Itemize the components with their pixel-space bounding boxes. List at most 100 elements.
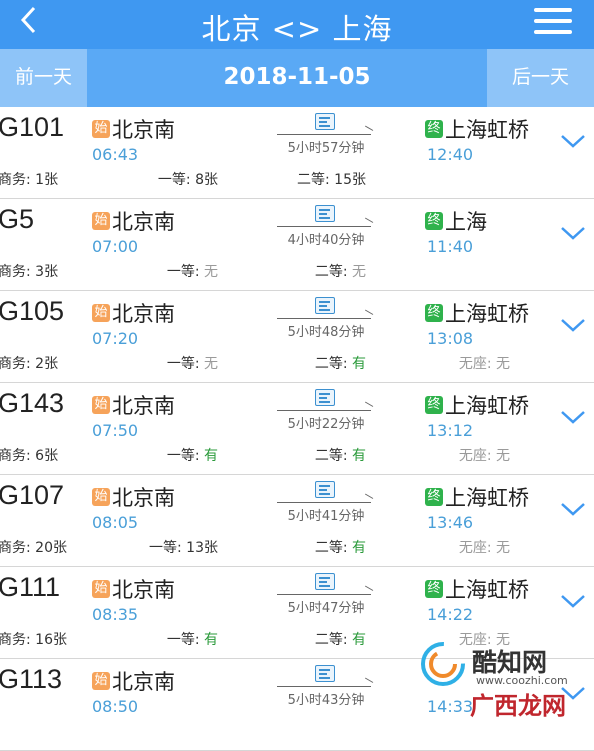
chevron-down-icon[interactable] xyxy=(560,317,586,333)
departure-station-name: 北京南 xyxy=(112,670,175,694)
departure-time: 08:50 xyxy=(92,697,139,716)
end-station-badge: 终 xyxy=(425,580,443,598)
second-class-seat: 二等: 无 xyxy=(276,261,366,281)
train-number: G143 xyxy=(0,388,65,418)
timetable-icon[interactable] xyxy=(315,481,335,498)
start-station-badge: 始 xyxy=(92,212,110,230)
train-row[interactable]: G107 始 北京南 08:05 5小时41分钟 终 上海虹桥 13:46 商务… xyxy=(0,475,594,567)
second-class-value: 有 xyxy=(352,356,366,372)
next-day-button[interactable]: 后一天 xyxy=(487,49,594,107)
route-arrow xyxy=(277,502,371,503)
first-class-value: 有 xyxy=(204,448,218,464)
second-class-label: 二等: xyxy=(314,540,352,556)
start-station-badge: 始 xyxy=(92,672,110,690)
departure-time: 06:43 xyxy=(92,145,139,164)
second-class-value: 有 xyxy=(352,448,366,464)
business-seat: 商务: 16张 xyxy=(0,632,67,648)
duration-indicator: 4小时40分钟 xyxy=(277,205,375,255)
start-station-badge: 始 xyxy=(92,580,110,598)
second-class-value: 有 xyxy=(352,632,366,648)
arrival-station: 终 上海虹桥 xyxy=(425,482,529,512)
arrival-time: 13:12 xyxy=(427,421,474,440)
departure-station-name: 北京南 xyxy=(112,578,175,602)
timetable-icon[interactable] xyxy=(315,113,335,130)
train-row[interactable]: G101 始 北京南 06:43 5小时57分钟 终 上海虹桥 12:40 商务… xyxy=(0,107,594,199)
travel-duration: 5小时48分钟 xyxy=(287,325,365,340)
second-class-label: 二等: xyxy=(314,264,352,280)
duration-indicator: 5小时22分钟 xyxy=(277,389,375,439)
no-seat: 无座: 无 xyxy=(458,356,510,372)
arrival-station-name: 上海虹桥 xyxy=(445,302,529,326)
second-class-seat: 二等: 15张 xyxy=(276,169,366,189)
duration-indicator: 5小时43分钟 xyxy=(277,665,375,715)
chevron-down-icon[interactable] xyxy=(560,225,586,241)
route-arrow xyxy=(277,686,371,687)
departure-station: 始 北京南 xyxy=(92,206,175,236)
arrival-time: 11:40 xyxy=(427,237,474,256)
first-class-seat: 一等: 有 xyxy=(128,445,218,465)
chevron-down-icon[interactable] xyxy=(560,501,586,517)
arrival-station-name: 上海虹桥 xyxy=(445,118,529,142)
route-arrow xyxy=(277,594,371,595)
first-class-seat: 一等: 13张 xyxy=(128,537,218,557)
business-seat: 商务: 6张 xyxy=(0,448,59,464)
start-station-badge: 始 xyxy=(92,304,110,322)
arrival-time: 12:40 xyxy=(427,145,474,164)
second-class-seat: 二等: 有 xyxy=(276,537,366,557)
second-class-label: 二等: xyxy=(314,356,352,372)
departure-time: 07:00 xyxy=(92,237,139,256)
second-class-value: 有 xyxy=(352,540,366,556)
departure-station: 始 北京南 xyxy=(92,482,175,512)
first-class-label: 一等: xyxy=(166,356,204,372)
business-seat: 商务: 3张 xyxy=(0,264,59,280)
timetable-icon[interactable] xyxy=(315,573,335,590)
date-navigation: 前一天 2018-11-05 后一天 xyxy=(0,49,594,107)
menu-icon[interactable] xyxy=(534,6,572,36)
route-arrow xyxy=(277,410,371,411)
travel-duration: 5小时47分钟 xyxy=(287,601,365,616)
chevron-down-icon[interactable] xyxy=(560,593,586,609)
second-class-label: 二等: xyxy=(297,172,335,188)
arrival-station-name: 上海虹桥 xyxy=(445,578,529,602)
arrival-time: 13:46 xyxy=(427,513,474,532)
train-number: G101 xyxy=(0,112,65,142)
arrival-station-name: 上海虹桥 xyxy=(445,486,529,510)
second-class-label: 二等: xyxy=(314,448,352,464)
timetable-icon[interactable] xyxy=(315,389,335,406)
first-class-value: 有 xyxy=(204,632,218,648)
chevron-down-icon[interactable] xyxy=(560,409,586,425)
end-station-badge: 终 xyxy=(425,212,443,230)
departure-station: 始 北京南 xyxy=(92,574,175,604)
departure-station: 始 北京南 xyxy=(92,114,175,144)
train-number: G105 xyxy=(0,296,65,326)
timetable-icon[interactable] xyxy=(315,205,335,222)
watermark: 酷知网 www.coozhi.com 广西龙网 xyxy=(410,635,592,720)
travel-duration: 4小时40分钟 xyxy=(287,233,365,248)
page-title: 北京 <> 上海 xyxy=(201,12,393,46)
timetable-icon[interactable] xyxy=(315,665,335,682)
first-class-value: 无 xyxy=(204,264,218,280)
train-row[interactable]: G5 始 北京南 07:00 4小时40分钟 终 上海 11:40 商务: 3张… xyxy=(0,199,594,291)
arrival-station: 终 上海 xyxy=(425,206,487,236)
arrival-time: 13:08 xyxy=(427,329,474,348)
duration-indicator: 5小时48分钟 xyxy=(277,297,375,347)
train-number: G107 xyxy=(0,480,65,510)
departure-time: 08:35 xyxy=(92,605,139,624)
duration-indicator: 5小时47分钟 xyxy=(277,573,375,623)
first-class-seat: 一等: 8张 xyxy=(128,169,218,189)
second-class-seat: 二等: 有 xyxy=(276,445,366,465)
departure-station-name: 北京南 xyxy=(112,394,175,418)
chevron-down-icon[interactable] xyxy=(560,133,586,149)
end-station-badge: 终 xyxy=(425,488,443,506)
departure-station: 始 北京南 xyxy=(92,666,175,696)
route-arrow xyxy=(277,226,371,227)
travel-duration: 5小时22分钟 xyxy=(287,417,365,432)
first-class-seat: 一等: 无 xyxy=(128,261,218,281)
no-seat: 无座: 无 xyxy=(458,540,510,556)
train-row[interactable]: G105 始 北京南 07:20 5小时48分钟 终 上海虹桥 13:08 商务… xyxy=(0,291,594,383)
train-row[interactable]: G143 始 北京南 07:50 5小时22分钟 终 上海虹桥 13:12 商务… xyxy=(0,383,594,475)
business-seat: 商务: 20张 xyxy=(0,540,67,556)
second-class-value: 无 xyxy=(352,264,366,280)
timetable-icon[interactable] xyxy=(315,297,335,314)
first-class-seat: 一等: 有 xyxy=(128,629,218,649)
